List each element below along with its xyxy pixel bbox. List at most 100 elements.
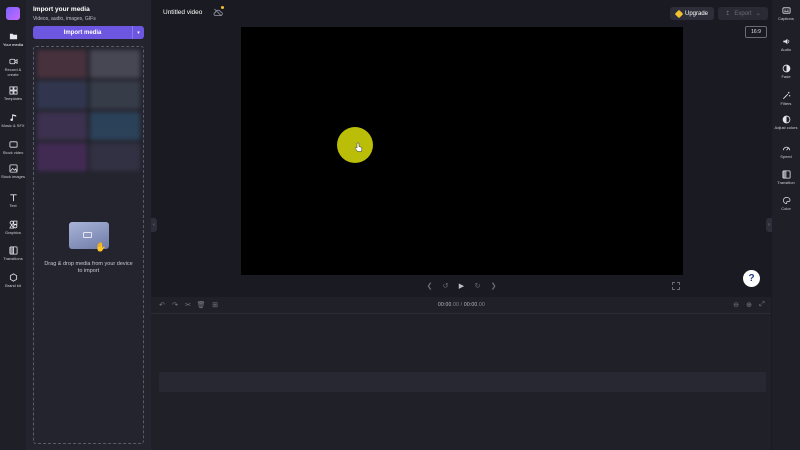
rail-audio[interactable]: Audio <box>772 37 800 53</box>
rail-your-media[interactable]: Your media <box>0 32 26 48</box>
fullscreen-icon[interactable] <box>672 282 680 290</box>
rail-stock-video[interactable]: Stock video <box>0 140 26 156</box>
current-time-fraction: .00 <box>451 302 460 308</box>
placeholder-tile <box>90 50 140 78</box>
rail-label: Templates <box>3 96 23 101</box>
upload-icon: ↥ <box>725 11 731 17</box>
fit-timeline-icon[interactable]: ⤢ <box>758 301 766 309</box>
rail-stock-images[interactable]: Stock images <box>0 164 26 180</box>
fade-icon <box>782 64 790 73</box>
video-icon <box>8 141 18 148</box>
timeline-timecode: 00:00.00 / 00:00.00 <box>438 302 485 308</box>
speed-icon <box>782 146 790 151</box>
upgrade-button[interactable]: Upgrade <box>670 7 714 20</box>
cloud-sync-off-icon[interactable] <box>213 8 223 17</box>
rail-text[interactable]: Text <box>0 193 26 209</box>
app-logo-icon <box>6 7 20 20</box>
skip-back-icon[interactable]: ❮ <box>425 281 434 290</box>
zoom-in-icon[interactable]: ⊕ <box>745 301 753 309</box>
blurred-media-placeholders <box>37 50 140 171</box>
rail-filters[interactable]: Filters <box>772 91 800 107</box>
rail-label: Transitions <box>3 256 23 261</box>
import-media-button[interactable]: Import media <box>33 26 132 39</box>
undo-icon[interactable]: ↶ <box>158 301 166 309</box>
total-time: 00:00 <box>463 302 478 308</box>
skip-forward-icon[interactable]: ❯ <box>489 281 498 290</box>
timeline-track[interactable] <box>159 372 766 392</box>
audio-icon <box>782 38 789 45</box>
import-options-dropdown[interactable]: ▾ <box>132 26 144 39</box>
rail-templates[interactable]: Templates <box>0 86 26 102</box>
chevron-right-icon: › <box>768 222 770 228</box>
import-media-button-group: Import media ▾ <box>33 26 144 39</box>
project-title[interactable]: Untitled video <box>163 9 202 16</box>
hand-grab-icon: ✋ <box>95 242 107 252</box>
drag-drop-illustration: ✋ <box>69 222 109 252</box>
media-panel-subtitle: Videos, audio, images, GIFs <box>33 16 96 22</box>
rail-music-sfx[interactable]: Music & SFX <box>0 113 26 129</box>
clipchamp-editor: Your media Record & create Templates Mus… <box>0 0 800 450</box>
folder-icon <box>9 33 17 40</box>
rail-label: Record & create <box>4 67 22 77</box>
rail-label: Speed <box>780 154 792 159</box>
rewind-icon[interactable]: ↺ <box>441 281 450 290</box>
play-icon[interactable]: ▶ <box>457 281 466 290</box>
media-panel-title: Import your media <box>33 6 90 13</box>
rail-transition[interactable]: Transition <box>772 170 800 186</box>
camera-icon <box>8 58 18 65</box>
placeholder-tile <box>90 112 140 140</box>
rail-brand-kit[interactable]: Brand kit <box>0 273 26 289</box>
export-label: Export <box>734 10 752 17</box>
redo-icon[interactable]: ↷ <box>171 301 179 309</box>
chevron-left-icon: ‹ <box>153 222 155 228</box>
placeholder-tile <box>37 50 87 78</box>
add-to-timeline-icon[interactable]: ⊞ <box>211 301 219 309</box>
rail-graphics[interactable]: Graphics <box>0 220 26 236</box>
current-time: 00:00 <box>438 302 452 308</box>
placeholder-tile <box>37 81 87 109</box>
placeholder-tile <box>90 81 140 109</box>
top-bar: Untitled video Upgrade ↥ Export ⌄ <box>151 0 771 26</box>
templates-icon <box>8 86 18 95</box>
aspect-ratio-button[interactable]: 16:9 <box>745 26 767 38</box>
chevron-down-icon: ⌄ <box>755 11 761 17</box>
transition-icon <box>781 170 791 179</box>
dropzone-instructions: Drag & drop media from your device to im… <box>44 261 133 274</box>
media-dropzone[interactable]: ✋ Drag & drop media from your device to … <box>33 46 144 444</box>
rail-color[interactable]: Color <box>772 196 800 212</box>
rail-label: Stock video <box>2 150 24 155</box>
diamond-icon <box>674 9 684 18</box>
media-panel: Import your media Videos, audio, images,… <box>26 0 151 450</box>
brand-kit-icon <box>9 273 17 282</box>
rail-label: Your media <box>2 42 24 47</box>
right-properties-rail: Captions Audio Fade Filters Adjust color… <box>772 0 800 450</box>
text-icon <box>9 194 17 202</box>
rail-record-create[interactable]: Record & create <box>0 57 26 77</box>
left-navigation-rail: Your media Record & create Templates Mus… <box>0 0 26 450</box>
rail-label: Graphics <box>4 230 21 235</box>
timeline-panel: ↶ ↷ ✂ 🗑 ⊞ 00:00.00 / 00:00.00 ⊖ ⊕ ⤢ <box>151 297 771 450</box>
rail-speed[interactable]: Speed <box>772 144 800 160</box>
help-button[interactable]: ? <box>743 270 760 287</box>
forward-icon[interactable]: ↻ <box>473 281 482 290</box>
rail-fade[interactable]: Fade <box>772 64 800 80</box>
rail-captions[interactable]: Captions <box>772 6 800 22</box>
split-icon[interactable]: ✂ <box>184 301 192 309</box>
adjust-colors-icon <box>782 115 790 124</box>
music-icon <box>9 114 16 122</box>
export-button[interactable]: ↥ Export ⌄ <box>718 7 768 20</box>
time-separator: / <box>460 302 463 308</box>
placeholder-tile <box>37 112 87 140</box>
rail-label: Audio <box>780 47 792 52</box>
video-preview-canvas[interactable] <box>241 27 683 275</box>
delete-icon[interactable]: 🗑 <box>197 301 206 309</box>
collapse-media-panel-button[interactable]: ‹ <box>151 218 157 232</box>
zoom-out-icon[interactable]: ⊖ <box>732 301 740 309</box>
rail-label: Brand kit <box>5 283 21 288</box>
filters-icon <box>782 91 790 99</box>
hand-pointer-icon <box>354 142 363 152</box>
playback-controls: ❮ ↺ ▶ ↻ ❯ <box>425 281 498 290</box>
rail-transitions[interactable]: Transitions <box>0 246 26 262</box>
rail-label: Transition <box>777 180 795 185</box>
rail-adjust-colors[interactable]: Adjust colors <box>772 115 800 131</box>
